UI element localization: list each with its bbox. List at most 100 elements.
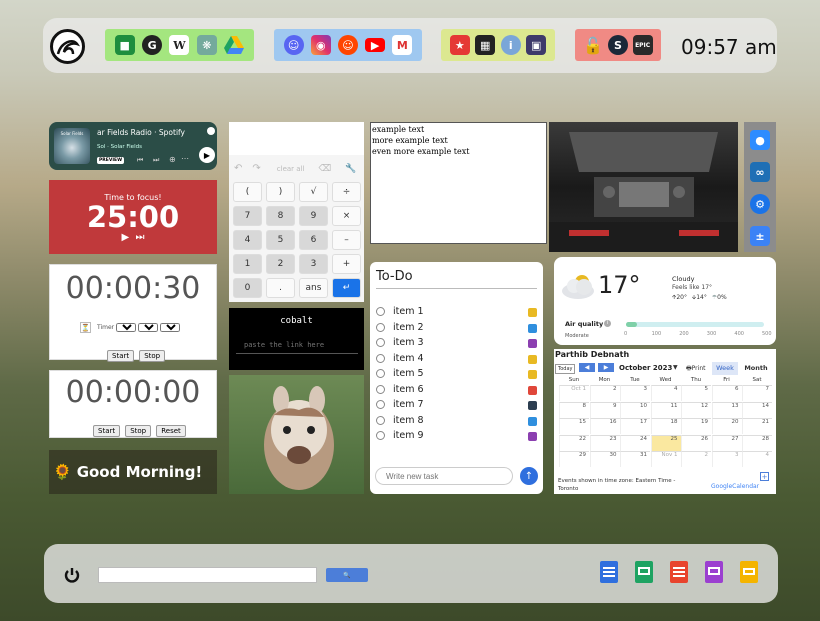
museum-icon[interactable]: ▦ bbox=[475, 35, 496, 55]
minutes-select[interactable]: 00 bbox=[138, 323, 159, 332]
vscode-icon[interactable]: ∞ bbox=[750, 162, 770, 182]
calendar-day-cell[interactable]: 2 bbox=[589, 385, 620, 401]
new-task-input[interactable] bbox=[375, 467, 513, 485]
popcorn-icon[interactable]: ★ bbox=[449, 35, 470, 55]
calendar-day-cell[interactable]: 19 bbox=[681, 418, 711, 434]
power-icon[interactable] bbox=[63, 566, 81, 584]
todo-color-tag[interactable] bbox=[528, 401, 537, 410]
google-sheets-icon[interactable] bbox=[635, 561, 653, 583]
seconds-select[interactable]: 30 bbox=[160, 323, 181, 332]
todo-item[interactable]: item 9 bbox=[376, 430, 424, 441]
calendar-day-cell[interactable]: 10 bbox=[620, 401, 650, 418]
discord-icon[interactable]: ☺ bbox=[283, 35, 304, 55]
reader-icon[interactable]: ▣ bbox=[526, 35, 547, 55]
todo-radio[interactable] bbox=[376, 431, 385, 440]
week-view-tab[interactable]: Week bbox=[712, 362, 738, 375]
calendar-day-cell[interactable]: 2 bbox=[681, 451, 711, 467]
youtube-icon[interactable]: ▶ bbox=[365, 38, 386, 52]
todo-radio[interactable] bbox=[376, 400, 385, 409]
google-slides-icon[interactable] bbox=[740, 561, 758, 583]
calendar-day-cell[interactable]: 26 bbox=[681, 434, 711, 451]
github-icon[interactable]: G bbox=[142, 35, 163, 55]
drive-icon[interactable] bbox=[224, 35, 245, 55]
todo-color-tag[interactable] bbox=[528, 308, 537, 317]
today-button[interactable]: Today bbox=[555, 364, 576, 374]
add-task-button[interactable]: ↑ bbox=[520, 467, 538, 485]
todo-radio[interactable] bbox=[376, 307, 385, 316]
calc-key[interactable]: ↵ bbox=[332, 278, 361, 298]
calendar-day-cell[interactable]: 4 bbox=[650, 385, 681, 401]
todo-color-tag[interactable] bbox=[528, 416, 537, 426]
notes-textarea[interactable]: example text more example text even more… bbox=[370, 122, 547, 244]
prev-icon[interactable]: ⏮ bbox=[137, 156, 143, 165]
todo-color-tag[interactable] bbox=[528, 370, 537, 379]
print-button[interactable]: 🖶Print bbox=[686, 364, 705, 374]
calc-key[interactable]: × bbox=[332, 206, 361, 226]
calendar-day-cell[interactable]: 29 bbox=[559, 451, 589, 467]
calc-key[interactable]: 4 bbox=[233, 230, 262, 250]
calc-key[interactable]: 3 bbox=[299, 254, 328, 274]
calendar-day-cell[interactable]: 28 bbox=[742, 434, 772, 451]
todo-item[interactable]: item 2 bbox=[376, 322, 424, 333]
calendar-day-cell[interactable]: 27 bbox=[711, 434, 742, 451]
month-dropdown-icon[interactable]: ▼ bbox=[673, 364, 678, 371]
calc-key[interactable]: ÷ bbox=[332, 182, 361, 202]
epic-games-icon[interactable]: EPIC bbox=[632, 35, 653, 55]
todo-item[interactable]: item 4 bbox=[376, 353, 424, 364]
calc-key[interactable]: ( bbox=[233, 182, 262, 202]
calendar-day-cell[interactable]: 18 bbox=[650, 418, 681, 434]
todo-color-tag[interactable] bbox=[528, 354, 537, 364]
calendar-day-cell[interactable]: 3 bbox=[620, 385, 650, 401]
todo-item[interactable]: item 7 bbox=[376, 399, 424, 410]
todo-radio[interactable] bbox=[376, 322, 385, 332]
todo-item[interactable]: item 5 bbox=[376, 368, 424, 379]
calc-key[interactable]: + bbox=[332, 254, 361, 274]
todo-radio[interactable] bbox=[376, 415, 385, 425]
todo-item[interactable]: item 1 bbox=[376, 306, 424, 317]
calendar-day-cell[interactable]: 22 bbox=[559, 434, 589, 451]
google-docs-icon[interactable] bbox=[600, 561, 618, 583]
backspace-icon[interactable]: ⌫ bbox=[318, 164, 331, 174]
search-button[interactable]: 🔍 bbox=[326, 568, 368, 582]
calendar-day-cell[interactable]: 15 bbox=[559, 418, 589, 434]
calendar-day-cell[interactable]: 24 bbox=[620, 434, 650, 451]
calendar-day-cell[interactable]: 17 bbox=[620, 418, 650, 434]
redo-icon[interactable]: ↷ bbox=[252, 163, 260, 174]
calc-key[interactable]: . bbox=[266, 278, 295, 298]
next-icon[interactable]: ⏭ bbox=[153, 156, 159, 165]
calc-key[interactable]: – bbox=[332, 230, 361, 250]
contacts-icon[interactable]: ■ bbox=[114, 35, 135, 55]
todo-radio[interactable] bbox=[376, 338, 385, 347]
calendar-day-cell[interactable]: 9 bbox=[589, 401, 620, 418]
reddit-icon[interactable]: ☺ bbox=[337, 35, 358, 55]
next-month-button[interactable]: ▶ bbox=[598, 363, 614, 372]
settings-icon[interactable]: ⚙ bbox=[750, 194, 770, 214]
stopwatch-start-button[interactable]: Start bbox=[93, 425, 121, 437]
todo-color-tag[interactable] bbox=[528, 339, 537, 348]
todo-color-tag[interactable] bbox=[528, 385, 537, 395]
play-icon[interactable]: ▶ bbox=[121, 232, 129, 243]
calendar-day-cell[interactable]: 14 bbox=[742, 401, 772, 418]
todo-radio[interactable] bbox=[376, 353, 385, 363]
gmail-icon[interactable]: M bbox=[392, 35, 413, 55]
play-icon[interactable]: ▶ bbox=[199, 147, 215, 163]
calc-key[interactable]: √ bbox=[299, 182, 328, 202]
calc-key[interactable]: 1 bbox=[233, 254, 262, 274]
wrench-icon[interactable]: 🔧 bbox=[345, 164, 356, 174]
calc-key[interactable]: ans bbox=[299, 278, 328, 298]
calendar-day-cell[interactable]: 7 bbox=[742, 385, 772, 401]
calendar-day-cell[interactable]: 21 bbox=[742, 418, 772, 434]
undo-icon[interactable]: ↶ bbox=[234, 163, 242, 174]
calendar-day-cell[interactable]: 20 bbox=[711, 418, 742, 434]
steam-icon[interactable]: S bbox=[607, 35, 628, 55]
todo-color-tag[interactable] bbox=[528, 323, 537, 333]
calc-key[interactable]: 8 bbox=[266, 206, 295, 226]
calendar-day-cell[interactable]: 23 bbox=[589, 434, 620, 451]
calendar-day-cell[interactable]: Nov 1 bbox=[650, 451, 681, 467]
more-icon[interactable]: ⋯ bbox=[181, 154, 189, 163]
timer-start-button[interactable]: Start bbox=[107, 350, 135, 362]
calendar-day-cell[interactable]: 3 bbox=[711, 451, 742, 467]
calculator-icon[interactable]: ± bbox=[750, 226, 770, 246]
calc-key[interactable]: ) bbox=[266, 182, 295, 202]
todo-item[interactable]: item 6 bbox=[376, 384, 424, 395]
